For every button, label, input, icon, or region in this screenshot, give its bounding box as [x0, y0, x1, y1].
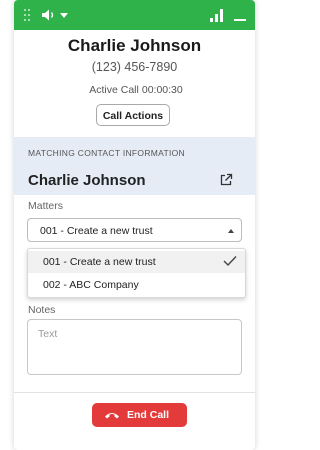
call-duration: 00:00:30	[141, 84, 183, 96]
matters-selected-value: 001 - Create a new trust	[40, 225, 153, 237]
speaker-icon[interactable]	[41, 8, 57, 22]
external-link-icon[interactable]	[219, 173, 233, 187]
matters-label: Matters	[28, 200, 64, 212]
call-status-label: Active Call	[89, 84, 139, 96]
dropdown-option-002[interactable]: 002 - ABC Company	[28, 274, 245, 296]
notes-field[interactable]	[27, 319, 242, 375]
call-widget: Charlie Johnson (123) 456-7890 Active Ca…	[14, 0, 255, 450]
option-label: 001 - Create a new trust	[43, 256, 156, 268]
chevron-down-icon[interactable]	[60, 13, 68, 18]
caller-phone: (123) 456-7890	[91, 60, 178, 74]
signal-icon	[210, 9, 226, 22]
end-call-button[interactable]: End Call	[92, 403, 187, 427]
end-call-label: End Call	[127, 409, 170, 421]
call-actions-button[interactable]: Call Actions	[96, 104, 170, 126]
dropdown-option-001[interactable]: 001 - Create a new trust	[28, 251, 245, 273]
phone-hangup-icon	[105, 413, 119, 419]
matters-dropdown: 001 - Create a new trust 002 - ABC Compa…	[27, 248, 246, 298]
checkmark-icon	[223, 256, 237, 267]
chevron-up-icon	[228, 229, 234, 233]
contact-panel-title: MATCHING CONTACT INFORMATION	[28, 148, 185, 158]
option-label: 002 - ABC Company	[43, 279, 139, 291]
matters-select[interactable]: 001 - Create a new trust	[27, 218, 242, 242]
minimize-icon[interactable]	[234, 19, 246, 21]
caller-name: Charlie Johnson	[67, 36, 202, 55]
notes-label: Notes	[28, 304, 56, 316]
top-bar	[14, 0, 255, 30]
call-status: Active Call 00:00:30	[14, 84, 255, 96]
grip-icon[interactable]	[24, 9, 32, 21]
divider	[14, 392, 255, 393]
contact-name: Charlie Johnson	[28, 172, 146, 189]
